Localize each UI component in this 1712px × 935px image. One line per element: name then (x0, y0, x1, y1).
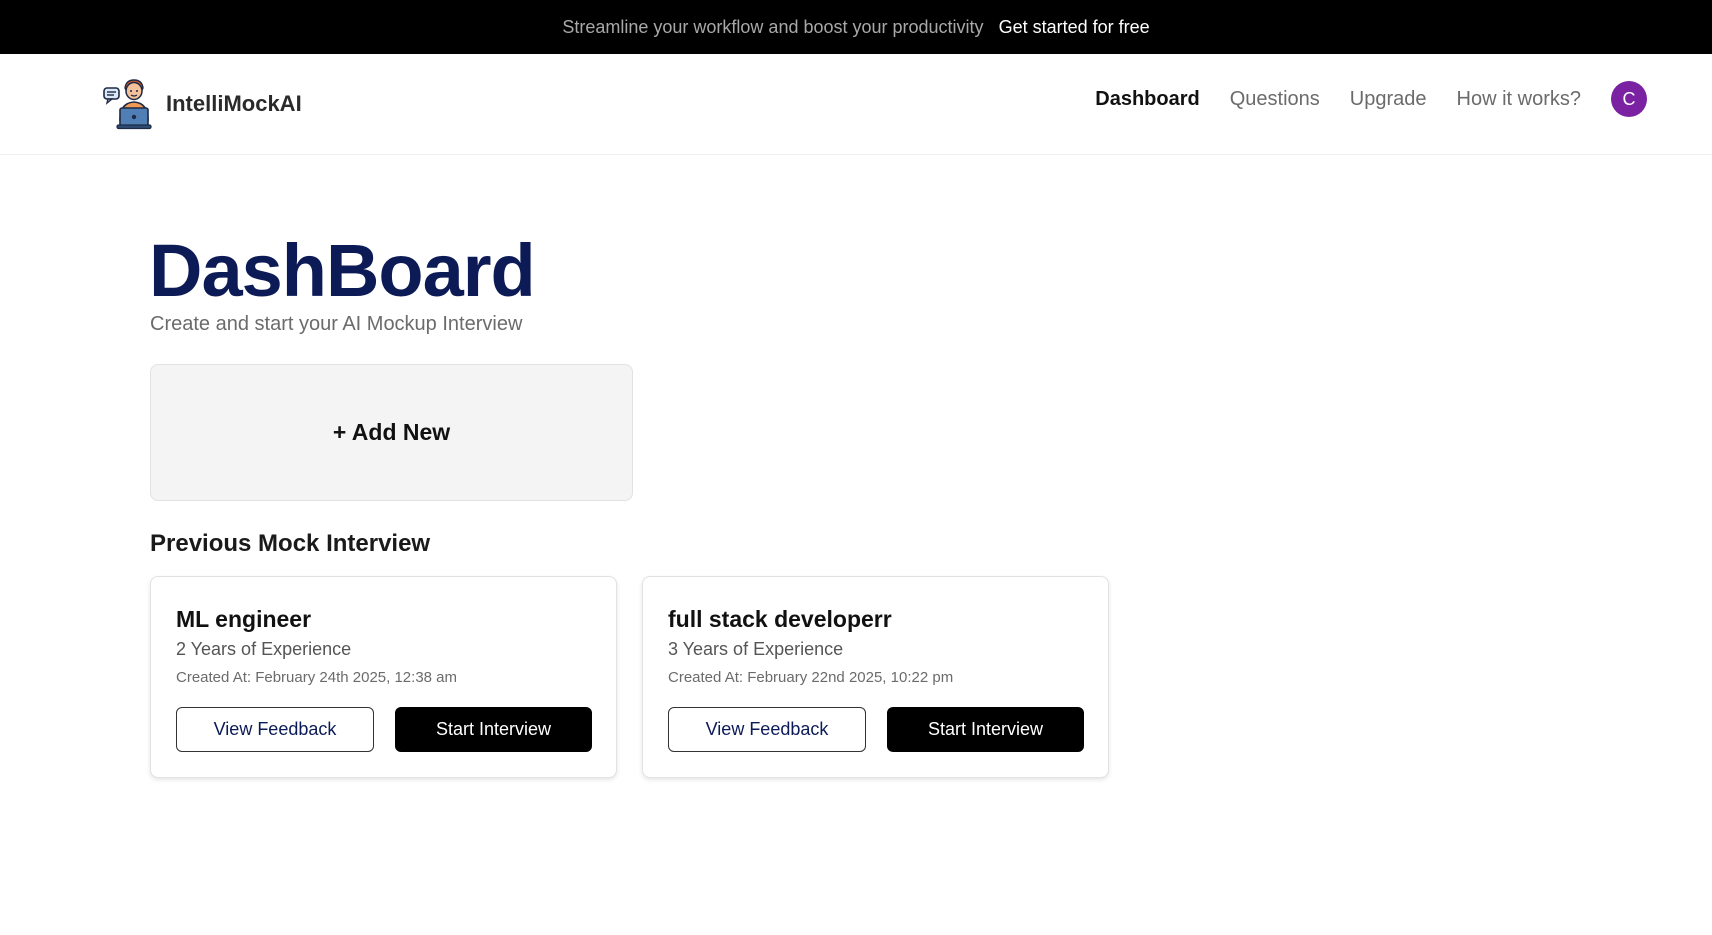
nav-upgrade[interactable]: Upgrade (1350, 88, 1427, 111)
start-interview-button[interactable]: Start Interview (395, 707, 592, 752)
interview-created-at: Created At: February 22nd 2025, 10:22 pm (668, 669, 954, 686)
announcement-message: Streamline your workflow and boost your … (562, 16, 984, 37)
start-interview-button[interactable]: Start Interview (887, 707, 1084, 752)
brand-name: IntelliMockAI (166, 91, 302, 116)
user-avatar[interactable]: C (1611, 81, 1647, 117)
view-feedback-button[interactable]: View Feedback (668, 707, 866, 752)
previous-interviews-heading: Previous Mock Interview (150, 530, 431, 557)
interview-role: ML engineer (176, 606, 312, 632)
interview-created-at: Created At: February 24th 2025, 12:38 am (176, 669, 458, 686)
header: IntelliMockAI Dashboard Questions Upgrad… (0, 54, 1712, 155)
interviewer-laptop-icon (103, 79, 152, 130)
interview-role: full stack developerr (668, 606, 892, 632)
nav-dashboard[interactable]: Dashboard (1095, 88, 1199, 111)
nav-questions[interactable]: Questions (1230, 88, 1320, 111)
nav-how-it-works[interactable]: How it works? (1457, 88, 1581, 111)
interview-experience: 2 Years of Experience (176, 639, 352, 659)
page-title: DashBoard (149, 229, 536, 312)
main-nav: Dashboard Questions Upgrade How it works… (1095, 81, 1647, 117)
view-feedback-button[interactable]: View Feedback (176, 707, 374, 752)
interview-card: ML engineer 2 Years of Experience Create… (150, 576, 617, 778)
page-subtitle: Create and start your AI Mockup Intervie… (150, 313, 523, 335)
get-started-link[interactable]: Get started for free (999, 17, 1150, 38)
interview-card: full stack developerr 3 Years of Experie… (642, 576, 1109, 778)
interview-experience: 3 Years of Experience (668, 639, 844, 659)
announcement-bar: Streamline your workflow and boost your … (0, 0, 1712, 54)
add-new-interview-card[interactable]: + Add New (150, 364, 633, 501)
brand-logo-link[interactable]: IntelliMockAI (103, 78, 302, 130)
